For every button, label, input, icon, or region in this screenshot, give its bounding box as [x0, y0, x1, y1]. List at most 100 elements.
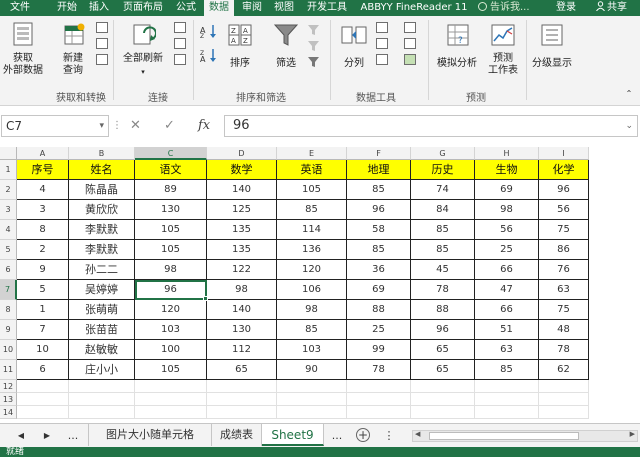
table-cell[interactable]: 105: [135, 220, 207, 240]
row-header-5[interactable]: 5: [0, 240, 17, 260]
table-cell[interactable]: 140: [207, 180, 277, 200]
empty-cell[interactable]: [17, 393, 69, 406]
table-cell[interactable]: 47: [475, 280, 539, 300]
table-cell[interactable]: 1: [17, 300, 69, 320]
table-cell[interactable]: 120: [277, 260, 347, 280]
column-header-i[interactable]: I: [539, 147, 589, 160]
empty-cell[interactable]: [347, 393, 411, 406]
table-cell[interactable]: 85: [411, 240, 475, 260]
table-cell[interactable]: 36: [347, 260, 411, 280]
table-cell[interactable]: 130: [135, 200, 207, 220]
table-cell[interactable]: 黄欣欣: [69, 200, 135, 220]
empty-cell[interactable]: [411, 380, 475, 393]
empty-cell[interactable]: [411, 406, 475, 419]
insert-function-icon[interactable]: fx: [198, 115, 210, 137]
row-header-1[interactable]: 1: [0, 160, 17, 180]
header-cell[interactable]: 姓名: [69, 160, 135, 180]
refresh-all-button[interactable]: 全部刷新 ▾: [118, 20, 168, 86]
table-cell[interactable]: 122: [207, 260, 277, 280]
row-header-7[interactable]: 7: [0, 280, 17, 300]
table-cell[interactable]: 51: [475, 320, 539, 340]
login-link[interactable]: 登录: [556, 0, 576, 16]
scroll-left-icon[interactable]: ◀: [415, 430, 420, 438]
table-cell[interactable]: 63: [475, 340, 539, 360]
sheet-tab-image-resize[interactable]: 图片大小随单元格: [88, 424, 212, 446]
share-button[interactable]: 共享: [596, 0, 627, 16]
recent-sources-icon[interactable]: [96, 54, 108, 65]
properties-icon[interactable]: [174, 38, 186, 49]
tab-review[interactable]: 审阅: [237, 0, 267, 16]
row-header-8[interactable]: 8: [0, 300, 17, 320]
table-cell[interactable]: 88: [347, 300, 411, 320]
table-cell[interactable]: 106: [277, 280, 347, 300]
name-box[interactable]: C7 ▾: [1, 115, 109, 137]
table-cell[interactable]: 78: [347, 360, 411, 380]
table-cell[interactable]: 62: [539, 360, 589, 380]
sort-button[interactable]: ZA AZ 排序: [222, 20, 258, 86]
header-cell[interactable]: 语文: [135, 160, 207, 180]
next-sheet-icon[interactable]: ▶: [38, 424, 56, 448]
horizontal-scrollbar[interactable]: ◀ ▶: [412, 430, 638, 442]
fill-handle[interactable]: [203, 296, 208, 301]
table-cell[interactable]: 96: [135, 280, 207, 300]
table-cell[interactable]: 85: [347, 240, 411, 260]
get-external-data-button[interactable]: 获取 外部数据: [0, 20, 46, 86]
data-validation-icon[interactable]: [376, 54, 388, 65]
empty-cell[interactable]: [277, 406, 347, 419]
table-cell[interactable]: 114: [277, 220, 347, 240]
what-if-analysis-button[interactable]: ? 模拟分析: [432, 20, 482, 86]
collapse-ribbon-icon[interactable]: ⌃: [622, 88, 636, 100]
tab-abbyy[interactable]: ABBYY FineReader 11: [354, 0, 474, 16]
table-cell[interactable]: 78: [411, 280, 475, 300]
header-cell[interactable]: 化学: [539, 160, 589, 180]
table-cell[interactable]: 135: [207, 220, 277, 240]
tab-developer[interactable]: 开发工具: [302, 0, 352, 16]
table-cell[interactable]: 96: [347, 200, 411, 220]
table-cell[interactable]: 98: [135, 260, 207, 280]
header-cell[interactable]: 序号: [17, 160, 69, 180]
tab-home[interactable]: 开始: [52, 0, 82, 16]
table-cell[interactable]: 85: [347, 180, 411, 200]
table-cell[interactable]: 86: [539, 240, 589, 260]
column-header-a[interactable]: A: [17, 147, 69, 160]
table-cell[interactable]: 103: [277, 340, 347, 360]
column-header-b[interactable]: B: [69, 147, 135, 160]
flash-fill-icon[interactable]: [376, 22, 388, 33]
scrollbar-thumb[interactable]: [429, 432, 579, 440]
table-cell[interactable]: 陈晶晶: [69, 180, 135, 200]
empty-cell[interactable]: [17, 380, 69, 393]
empty-cell[interactable]: [207, 406, 277, 419]
table-cell[interactable]: 庄小小: [69, 360, 135, 380]
tab-insert[interactable]: 插入: [84, 0, 114, 16]
table-cell[interactable]: 孙二二: [69, 260, 135, 280]
row-header-9[interactable]: 9: [0, 320, 17, 340]
row-header-6[interactable]: 6: [0, 260, 17, 280]
table-cell[interactable]: 7: [17, 320, 69, 340]
prev-sheet-icon[interactable]: ◀: [12, 424, 30, 448]
header-cell[interactable]: 地理: [347, 160, 411, 180]
table-cell[interactable]: 96: [539, 180, 589, 200]
table-cell[interactable]: 65: [207, 360, 277, 380]
remove-duplicates-icon[interactable]: [376, 38, 388, 49]
table-cell[interactable]: 10: [17, 340, 69, 360]
table-cell[interactable]: 2: [17, 240, 69, 260]
column-header-e[interactable]: E: [277, 147, 347, 160]
row-header-3[interactable]: 3: [0, 200, 17, 220]
more-sheets-left[interactable]: ...: [64, 424, 82, 448]
empty-cell[interactable]: [17, 406, 69, 419]
table-cell[interactable]: 96: [411, 320, 475, 340]
show-queries-icon[interactable]: [96, 22, 108, 33]
expand-formula-icon[interactable]: ⌄: [625, 116, 633, 136]
table-cell[interactable]: 98: [475, 200, 539, 220]
table-cell[interactable]: 赵敏敏: [69, 340, 135, 360]
table-cell[interactable]: 8: [17, 220, 69, 240]
header-cell[interactable]: 生物: [475, 160, 539, 180]
outline-button[interactable]: 分级显示: [528, 20, 576, 86]
table-cell[interactable]: 140: [207, 300, 277, 320]
row-header-12[interactable]: 12: [0, 380, 17, 393]
table-cell[interactable]: 112: [207, 340, 277, 360]
table-cell[interactable]: 66: [475, 260, 539, 280]
table-cell[interactable]: 76: [539, 260, 589, 280]
table-cell[interactable]: 99: [347, 340, 411, 360]
table-cell[interactable]: 56: [475, 220, 539, 240]
